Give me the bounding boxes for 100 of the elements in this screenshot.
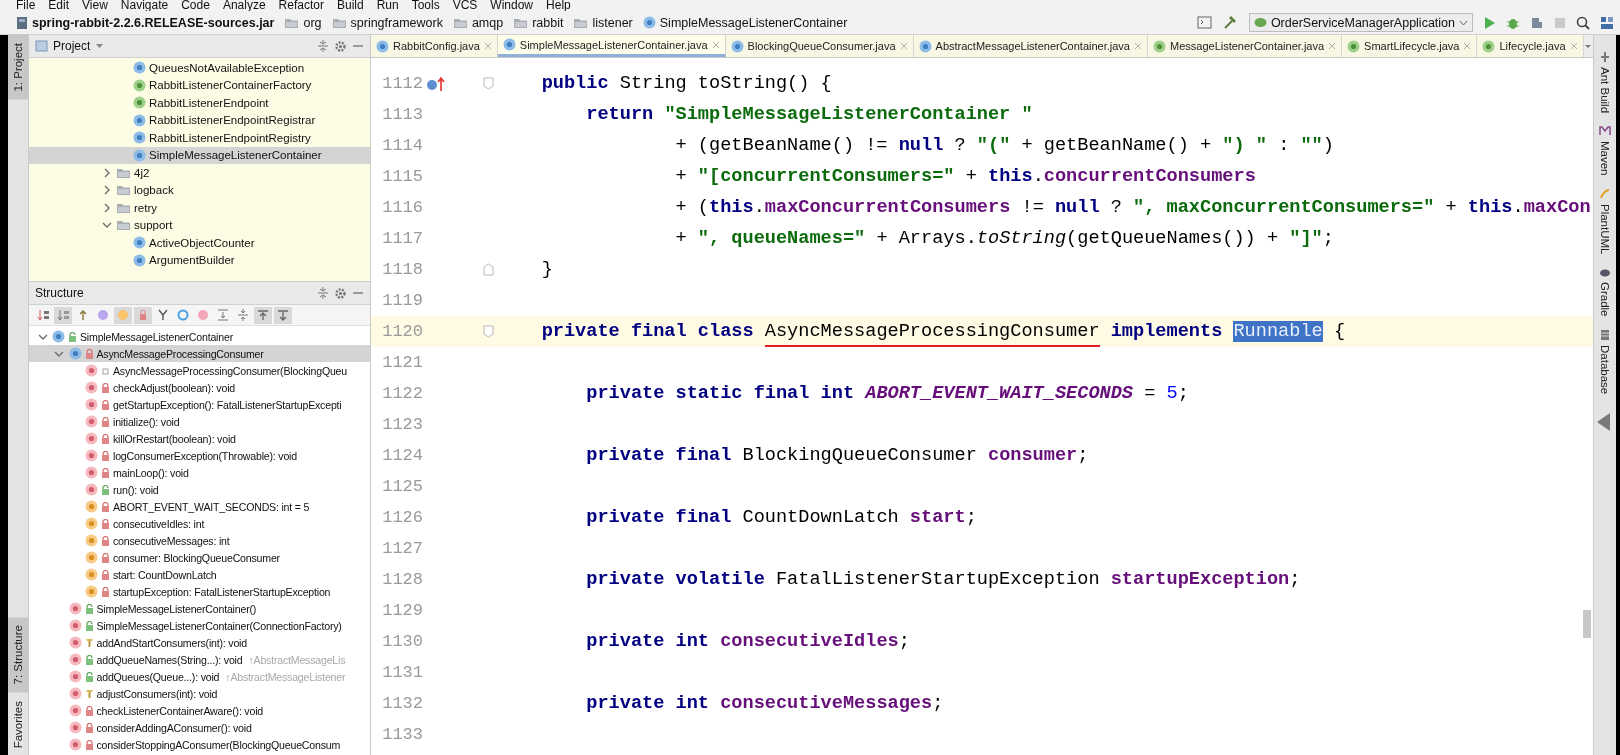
breadcrumb[interactable]: amqp: [452, 15, 504, 30]
editor-tab[interactable]: MessageListenerContainer.java: [1148, 35, 1343, 57]
tool-window-button[interactable]: Gradle: [1594, 260, 1616, 323]
tree-item[interactable]: SimpleMessageListenerContainer(): [29, 600, 370, 617]
menu-item[interactable]: VCS: [452, 0, 478, 11]
editor-tab[interactable]: Lifecycle.java: [1477, 35, 1584, 57]
class-icon: [133, 61, 146, 75]
menu-item[interactable]: File: [16, 0, 36, 11]
tree-item[interactable]: start: CountDownLatch: [29, 566, 370, 583]
menu-item[interactable]: Build: [336, 0, 364, 11]
breadcrumb[interactable]: SimpleMessageListenerContainer: [642, 15, 848, 30]
run-configuration-dropdown[interactable]: OrderServiceManagerApplication: [1248, 13, 1473, 32]
tree-item[interactable]: consecutiveMessages: int: [29, 532, 370, 549]
tree-item[interactable]: QueuesNotAvailableException: [29, 59, 370, 77]
show-properties-icon: [97, 309, 109, 321]
breadcrumb[interactable]: listener: [573, 15, 633, 30]
tree-item[interactable]: addQueueNames(String...): void ↑AbstractMessageLis: [29, 651, 370, 668]
menu-item[interactable]: Analyze: [222, 0, 266, 11]
method-icon: [85, 415, 98, 428]
method-icon: [68, 636, 82, 649]
tree-item[interactable]: considerStoppingAConsumer(BlockingQueueConsum: [29, 736, 370, 753]
tree-item[interactable]: RabbitListenerContainerFactory: [29, 76, 370, 94]
tree-item[interactable]: checkAdjust(boolean): void: [29, 379, 370, 396]
tool-window-button[interactable]: Ant Build: [1594, 45, 1616, 120]
tree-item[interactable]: RabbitListenerEndpoint: [29, 94, 370, 112]
field-icon: [85, 551, 98, 564]
tree-item[interactable]: AsyncMessageProcessingConsumer(BlockingQueu: [29, 362, 370, 379]
method-icon: [68, 619, 82, 632]
breadcrumb[interactable]: springframework: [331, 15, 443, 30]
menu-item[interactable]: Tools: [411, 0, 440, 11]
member-label: AsyncMessageProcessingConsumer: [96, 347, 264, 360]
menu-item[interactable]: Navigate: [120, 0, 169, 11]
method-icon: [85, 398, 98, 411]
tree-item[interactable]: AsyncMessageProcessingConsumer: [29, 345, 370, 362]
menu-item[interactable]: Window: [490, 0, 534, 11]
breadcrumb[interactable]: org: [284, 15, 322, 30]
tree-item[interactable]: SimpleMessageListenerContainer: [29, 328, 370, 345]
tree-item[interactable]: run(): void: [29, 481, 370, 498]
tree-item[interactable]: getStartupException(): FatalListenerStartupExcepti: [29, 396, 370, 413]
tree-item[interactable]: RabbitListenerEndpointRegistry: [29, 129, 370, 147]
autoscroll-to-source-button[interactable]: [254, 306, 272, 324]
tree-item[interactable]: SimpleMessageListenerContainer: [29, 146, 370, 164]
field-icon: [85, 517, 98, 530]
tree-item[interactable]: mainLoop(): void: [29, 464, 370, 481]
tree-item[interactable]: killOrRestart(boolean): void: [29, 430, 370, 447]
tool-window-button[interactable]: Database: [1594, 322, 1616, 400]
lock-icon: [101, 518, 110, 529]
tree-item[interactable]: RabbitListenerEndpointRegistrar: [29, 111, 370, 129]
member-label: mainLoop(): void: [113, 466, 189, 479]
tree-item[interactable]: ArgumentBuilder: [29, 251, 370, 269]
tree-item[interactable]: addQueues(Queue...): void ↑AbstractMessageListener: [29, 668, 370, 685]
editor-tab[interactable]: SmartLifecycle.java: [1342, 35, 1478, 57]
tree-item[interactable]: initialize(): void: [29, 413, 370, 430]
menu-item[interactable]: Edit: [48, 0, 70, 11]
tool-window-button[interactable]: 1: Project: [8, 35, 28, 100]
editor-tab[interactable]: AbstractMessageListenerContainer.java: [913, 35, 1148, 57]
open-lock-icon: [84, 654, 94, 665]
menu-item[interactable]: Code: [181, 0, 210, 11]
menu-item[interactable]: Help: [546, 0, 571, 11]
tree-item[interactable]: consecutiveIdles: int: [29, 515, 370, 532]
tree-item[interactable]: startupException: FatalListenerStartupException: [29, 583, 370, 600]
tool-window-button[interactable]: Favorites: [8, 692, 28, 755]
menu-item[interactable]: View: [82, 0, 108, 11]
line-number: 1125: [381, 477, 423, 496]
tree-item[interactable]: addAndStartConsumers(int): void: [29, 634, 370, 651]
line-number: 1126: [381, 508, 423, 527]
breadcrumb[interactable]: spring-rabbit-2.2.6.RELEASE-sources.jar: [16, 15, 275, 30]
tree-item[interactable]: 4j2: [29, 164, 370, 182]
tree-item[interactable]: adjustConsumers(int): void: [29, 685, 370, 702]
tool-window-button[interactable]: 7: Structure: [8, 617, 28, 693]
tree-item[interactable]: checkListenerContainerAware(): void: [29, 702, 370, 719]
tree-item[interactable]: support: [29, 216, 370, 234]
menu-item[interactable]: Run: [376, 0, 399, 11]
tree-item[interactable]: retry: [29, 199, 370, 217]
member-label: consecutiveIdles: int: [113, 517, 205, 530]
editor-tab[interactable]: SimpleMessageListenerContainer.java: [497, 35, 726, 57]
tool-window-button[interactable]: PlantUML: [1594, 181, 1616, 261]
member-label: addAndStartConsumers(int): void: [96, 636, 247, 649]
caret-icon: [1459, 19, 1468, 26]
tree-item[interactable]: SimpleMessageListenerContainer(ConnectionFactory): [29, 617, 370, 634]
show-fields-button[interactable]: [114, 306, 132, 324]
tree-item[interactable]: considerAddingAConsumer(): void: [29, 719, 370, 736]
breadcrumb[interactable]: rabbit: [513, 15, 564, 30]
tree-item[interactable]: ABORT_EVENT_WAIT_SECONDS: int = 5: [29, 498, 370, 515]
scrollbar-thumb[interactable]: [1583, 610, 1591, 638]
tree-item[interactable]: ActiveObjectCounter: [29, 234, 370, 252]
autoscroll-to-source-icon: [257, 309, 269, 321]
autoscroll-from-source-button[interactable]: [274, 306, 292, 324]
tree-item[interactable]: consumer: BlockingQueueConsumer: [29, 549, 370, 566]
tool-window-button[interactable]: Maven: [1594, 119, 1616, 182]
tree-item[interactable]: logback: [29, 181, 370, 199]
menu-item[interactable]: Refactor: [278, 0, 324, 11]
editor-tab[interactable]: BlockingQueueConsumer.java: [725, 35, 914, 57]
editor-tab[interactable]: RabbitConfig.java: [371, 35, 498, 57]
sort-alphabetically-button[interactable]: [54, 306, 72, 324]
member-label: logConsumerException(Throwable): void: [113, 449, 297, 462]
class-icon: [730, 39, 744, 53]
class-icon: [52, 330, 65, 343]
tree-item[interactable]: logConsumerException(Throwable): void: [29, 447, 370, 464]
sort-alphabetically-icon: [57, 309, 69, 321]
